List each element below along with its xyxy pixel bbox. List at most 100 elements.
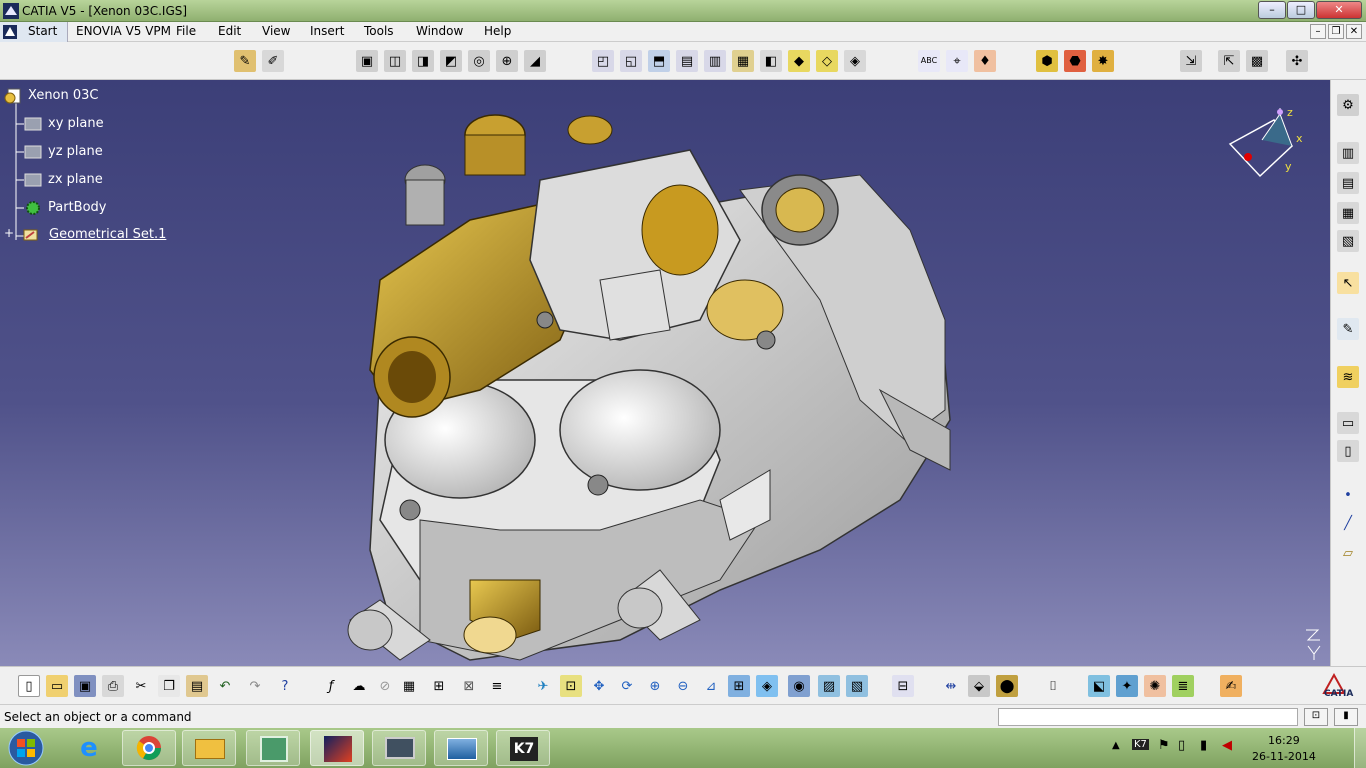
taskbar-app-green[interactable] xyxy=(246,730,300,766)
pan-icon[interactable]: ✥ xyxy=(588,675,610,697)
pocket-icon[interactable]: ◫ xyxy=(384,50,406,72)
inertia-icon[interactable]: ⬙ xyxy=(968,675,990,697)
minimize-button[interactable]: – xyxy=(1258,1,1286,19)
menu-insert[interactable]: Insert xyxy=(310,24,344,38)
print-icon[interactable]: ⎙ xyxy=(102,675,124,697)
cut-plane-icon[interactable]: ⊟ xyxy=(892,675,914,697)
show-desktop-button[interactable] xyxy=(1354,728,1366,768)
rotate-icon[interactable]: ⟳ xyxy=(616,675,638,697)
lighting-icon[interactable]: ✦ xyxy=(1116,675,1138,697)
environment-icon[interactable]: ✺ xyxy=(1144,675,1166,697)
menu-tools[interactable]: Tools xyxy=(364,24,394,38)
menu-start[interactable]: Start xyxy=(0,22,68,42)
device-icon[interactable]: ▯ xyxy=(1178,738,1185,753)
network-icon[interactable]: ▮ xyxy=(1200,738,1207,753)
positioned-sketch-icon[interactable]: ✐ xyxy=(262,50,284,72)
material-library-icon[interactable]: ⬕ xyxy=(1088,675,1110,697)
scene-icon[interactable]: ✸ xyxy=(1092,50,1114,72)
hole-icon[interactable]: ◎ xyxy=(468,50,490,72)
menu-window[interactable]: Window xyxy=(416,24,463,38)
assemble-icon[interactable]: ▧ xyxy=(1337,230,1359,252)
line-icon[interactable]: ╱ xyxy=(1337,512,1359,534)
menu-file[interactable]: File xyxy=(176,24,196,38)
thick-surface-icon[interactable]: ◇ xyxy=(816,50,838,72)
sketch-tool-icon[interactable]: ✎ xyxy=(234,50,256,72)
hierarchy-icon[interactable]: ⊞ xyxy=(428,675,450,697)
split-icon[interactable]: ◆ xyxy=(788,50,810,72)
power-input-button[interactable]: ⊡ xyxy=(1304,708,1328,726)
apply-material-icon[interactable]: ⬢ xyxy=(1036,50,1058,72)
taskbar-monitor[interactable] xyxy=(372,730,426,766)
paste-icon[interactable]: ▤ xyxy=(186,675,208,697)
multi-layer-icon[interactable]: ≋ xyxy=(1337,366,1359,388)
snap-icon[interactable]: ✣ xyxy=(1286,50,1308,72)
render-icon[interactable]: ⬣ xyxy=(1064,50,1086,72)
hide-show-icon[interactable]: ▨ xyxy=(818,675,840,697)
clock-time[interactable]: 16:29 xyxy=(1268,734,1300,747)
undo-icon[interactable]: ↶ xyxy=(214,675,236,697)
3d-viewport[interactable]: Xenon 03C xy plane yz plane zx plane Par… xyxy=(0,80,1330,666)
stop-command-button[interactable]: ▮ xyxy=(1334,708,1358,726)
boolean-add-icon[interactable]: ▥ xyxy=(1337,142,1359,164)
3d-annotation-icon[interactable]: ♦ xyxy=(974,50,996,72)
lock-icon[interactable]: ⊘ xyxy=(374,675,396,697)
boolean-intersect-icon[interactable]: ▦ xyxy=(1337,202,1359,224)
cut-icon[interactable]: ✂ xyxy=(130,675,152,697)
plane-stack-icon[interactable]: ▭ xyxy=(1337,412,1359,434)
menu-help[interactable]: Help xyxy=(484,24,511,38)
shaft-icon[interactable]: ◨ xyxy=(412,50,434,72)
settings-gear-icon[interactable]: ⚙ xyxy=(1337,94,1359,116)
slot-icon[interactable]: ◢ xyxy=(524,50,546,72)
clock-date[interactable]: 26-11-2014 xyxy=(1252,750,1316,763)
iso-view-icon[interactable]: ◈ xyxy=(756,675,778,697)
whats-this-icon[interactable]: ? xyxy=(274,675,296,697)
groove-icon[interactable]: ◩ xyxy=(440,50,462,72)
parameters-icon[interactable]: ≡ xyxy=(486,675,508,697)
stack-icon[interactable]: ≣ xyxy=(1172,675,1194,697)
k7-tray-icon[interactable]: K7 xyxy=(1132,739,1149,750)
show-hidden-icons-icon[interactable]: ▲ xyxy=(1112,740,1120,751)
volume-muted-icon[interactable]: ◀ xyxy=(1222,738,1232,753)
zoom-in-icon[interactable]: ⊕ xyxy=(644,675,666,697)
copy-icon[interactable]: ❐ xyxy=(158,675,180,697)
measure-between-icon[interactable]: ⇲ xyxy=(1180,50,1202,72)
redo-icon[interactable]: ↷ xyxy=(244,675,266,697)
thread-icon[interactable]: ▦ xyxy=(732,50,754,72)
zoom-out-icon[interactable]: ⊖ xyxy=(672,675,694,697)
internet-explorer-icon[interactable]: e xyxy=(62,730,116,766)
save-icon[interactable]: ▣ xyxy=(74,675,96,697)
open-folder-icon[interactable]: ▭ xyxy=(46,675,68,697)
close-button[interactable]: ✕ xyxy=(1316,1,1362,19)
new-file-icon[interactable]: ▯ xyxy=(18,675,40,697)
expand-plus-icon[interactable]: + xyxy=(4,226,14,240)
mdi-restore-button[interactable]: ❐ xyxy=(1328,24,1344,39)
command-input[interactable] xyxy=(998,708,1298,726)
measure-icon[interactable]: ⇹ xyxy=(940,675,962,697)
boolean-remove-icon[interactable]: ▤ xyxy=(1337,172,1359,194)
capture-camera-icon[interactable]: ⌷ xyxy=(1042,675,1064,697)
maximize-button[interactable]: □ xyxy=(1287,1,1315,19)
knowledge-icon[interactable]: ☁ xyxy=(348,675,370,697)
paint-icon[interactable]: ✍ xyxy=(1220,675,1242,697)
rib-icon[interactable]: ⊕ xyxy=(496,50,518,72)
padlock-icon[interactable]: ⊠ xyxy=(458,675,480,697)
windows-start-icon[interactable] xyxy=(6,728,46,768)
table-icon[interactable]: ▦ xyxy=(398,675,420,697)
remove-face-icon[interactable]: ◧ xyxy=(760,50,782,72)
flag-note-icon[interactable]: ⌖ xyxy=(946,50,968,72)
pad-icon[interactable]: ▣ xyxy=(356,50,378,72)
taskbar-photo[interactable] xyxy=(434,730,488,766)
flag-icon[interactable]: ⚑ xyxy=(1158,738,1170,753)
mdi-minimize-button[interactable]: – xyxy=(1310,24,1326,39)
multi-view-icon[interactable]: ⊞ xyxy=(728,675,750,697)
select-arrow-icon[interactable]: ↖ xyxy=(1337,272,1359,294)
menu-enovia[interactable]: ENOVIA V5 VPM xyxy=(76,24,171,38)
body-icon[interactable]: ▯ xyxy=(1337,440,1359,462)
swap-visible-icon[interactable]: ▧ xyxy=(846,675,868,697)
taskbar-explorer[interactable] xyxy=(182,730,236,766)
mass-icon[interactable]: ⬤ xyxy=(996,675,1018,697)
chamfer-icon[interactable]: ◱ xyxy=(620,50,642,72)
formula-icon[interactable]: ƒ xyxy=(320,675,342,697)
thickness-icon[interactable]: ▥ xyxy=(704,50,726,72)
point-icon[interactable]: • xyxy=(1337,484,1359,506)
